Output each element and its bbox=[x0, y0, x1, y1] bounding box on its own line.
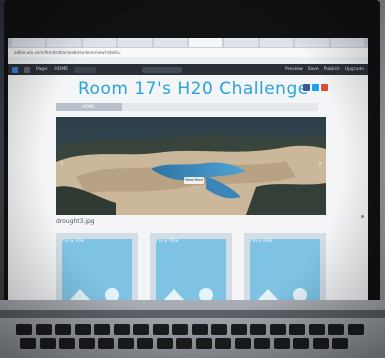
keyboard-key bbox=[211, 324, 227, 335]
slideshow[interactable]: ‹ › View More bbox=[56, 117, 326, 215]
browser-tab[interactable] bbox=[12, 38, 46, 47]
bookmarks-bar bbox=[8, 57, 368, 64]
keyboard-key bbox=[156, 338, 173, 349]
site-canvas: Room 17's H20 Challenge HOME ‹ › View Mo… bbox=[8, 75, 368, 310]
wix-logo-icon[interactable] bbox=[12, 66, 18, 73]
browser-tab[interactable] bbox=[118, 38, 152, 47]
card-title: I'm a Title bbox=[250, 239, 273, 244]
card-title: I'm a Title bbox=[62, 239, 85, 244]
nav-item-home[interactable]: HOME bbox=[56, 103, 122, 111]
photo-scene: editor.wix.com/html/editor/web/renderer/… bbox=[0, 0, 385, 358]
keyboard-key bbox=[78, 338, 95, 349]
keyboard-key bbox=[308, 324, 325, 335]
keyboard-key bbox=[133, 324, 149, 335]
page-label: Page: bbox=[36, 67, 49, 72]
feature-card[interactable]: I'm a Title bbox=[244, 233, 326, 303]
browser-tab[interactable] bbox=[259, 38, 294, 47]
card-title: I'm a Title bbox=[156, 239, 179, 244]
keyboard-key bbox=[113, 324, 130, 335]
keyboard-key bbox=[254, 338, 270, 349]
laptop-hinge bbox=[0, 310, 385, 318]
twitter-icon[interactable] bbox=[312, 84, 319, 91]
keyboard-key bbox=[328, 324, 344, 335]
nav-item[interactable] bbox=[187, 103, 253, 111]
nav-item[interactable] bbox=[122, 103, 188, 111]
keyboard-key bbox=[234, 338, 251, 349]
address-url: editor.wix.com/html/editor/web/renderer/… bbox=[14, 50, 122, 55]
keyboard-key bbox=[332, 338, 348, 349]
browser-tab[interactable] bbox=[295, 38, 329, 47]
page-select[interactable]: HOME bbox=[54, 67, 68, 72]
keyboard-key bbox=[312, 338, 329, 349]
keyboard-key bbox=[176, 338, 192, 349]
keyboard-key bbox=[117, 338, 134, 349]
browser-tab[interactable] bbox=[82, 38, 117, 47]
scroll-indicator[interactable] bbox=[361, 215, 364, 218]
browser-tab-strip bbox=[8, 38, 368, 48]
save-button[interactable]: Save bbox=[308, 67, 319, 72]
keyboard-key bbox=[20, 338, 36, 349]
laptop-screen: editor.wix.com/html/editor/web/renderer/… bbox=[8, 38, 368, 310]
feature-card[interactable]: I'm a Title bbox=[56, 233, 138, 303]
keyboard-key bbox=[215, 338, 231, 349]
site-nav: HOME bbox=[56, 103, 318, 111]
slideshow-next-icon[interactable]: › bbox=[318, 159, 322, 169]
keyboard-key bbox=[273, 338, 290, 349]
keyboard-key bbox=[293, 338, 309, 349]
site-title[interactable]: Room 17's H20 Challenge bbox=[78, 79, 309, 99]
keyboard bbox=[16, 324, 371, 354]
keyboard-key bbox=[191, 324, 208, 335]
facebook-icon[interactable] bbox=[303, 84, 310, 91]
keyboard-key bbox=[74, 324, 91, 335]
editor-toolbar: Page: HOME Preview Save Publish Upgrade bbox=[8, 64, 368, 75]
keyboard-key bbox=[250, 324, 266, 335]
keyboard-key bbox=[55, 324, 71, 335]
keyboard-key bbox=[35, 324, 52, 335]
card-row: I'm a Title I'm a Title I'm a Title bbox=[56, 233, 326, 303]
social-bar bbox=[303, 84, 328, 91]
page-dropdown[interactable] bbox=[74, 66, 97, 73]
publish-button[interactable]: Publish bbox=[324, 67, 340, 72]
keyboard-key bbox=[230, 324, 247, 335]
preview-button[interactable]: Preview bbox=[285, 67, 303, 72]
reservoir-photo bbox=[56, 117, 326, 215]
keyboard-key bbox=[98, 338, 114, 349]
browser-tab[interactable] bbox=[153, 38, 188, 47]
keyboard-key bbox=[269, 324, 286, 335]
keyboard-key bbox=[16, 324, 32, 335]
feature-card[interactable]: I'm a Title bbox=[150, 233, 232, 303]
nav-item[interactable] bbox=[253, 103, 319, 111]
keyboard-key bbox=[347, 324, 364, 335]
editor-search-input[interactable] bbox=[142, 66, 183, 73]
keyboard-key bbox=[59, 338, 75, 349]
browser-tab-active[interactable] bbox=[189, 38, 223, 47]
browser-tab[interactable] bbox=[47, 38, 81, 47]
keyboard-key bbox=[172, 324, 188, 335]
keyboard-key bbox=[39, 338, 56, 349]
keyboard-key bbox=[152, 324, 169, 335]
mobile-view-icon[interactable] bbox=[24, 66, 30, 73]
keyboard-key bbox=[94, 324, 110, 335]
google-plus-icon[interactable] bbox=[321, 84, 328, 91]
browser-tab[interactable] bbox=[330, 38, 365, 47]
keyboard-key bbox=[289, 324, 305, 335]
browser-tab[interactable] bbox=[224, 38, 258, 47]
upgrade-button[interactable]: Upgrade bbox=[345, 67, 364, 72]
keyboard-key bbox=[195, 338, 212, 349]
keyboard-key bbox=[137, 338, 153, 349]
slideshow-prev-icon[interactable]: ‹ bbox=[60, 159, 64, 169]
slide-view-button[interactable]: View More bbox=[184, 177, 204, 184]
image-caption: drought3.jpg bbox=[56, 218, 95, 225]
